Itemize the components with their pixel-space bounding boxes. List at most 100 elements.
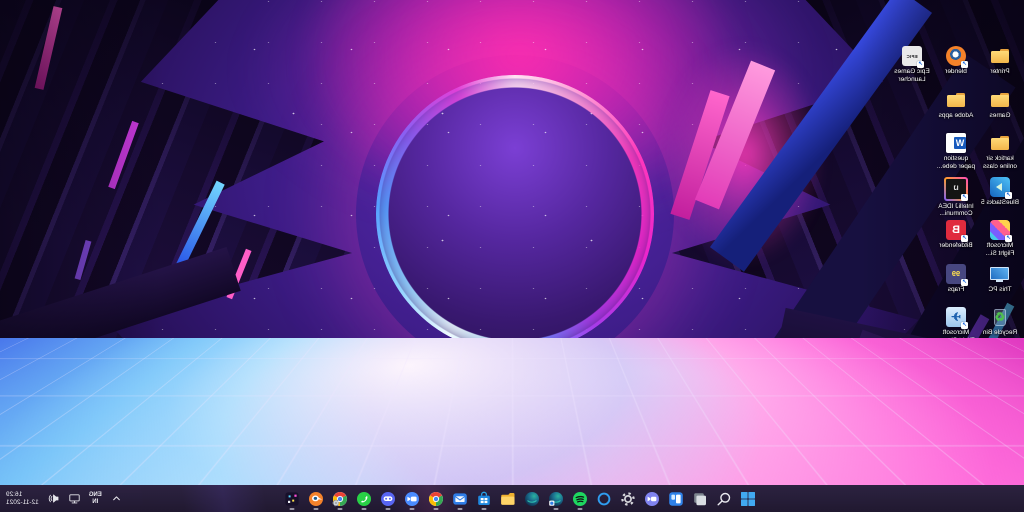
desktop-icon-msi-afterburner[interactable]: ↗MSIAfterburner [978, 438, 1022, 482]
desktop-icon-column-1: Printer Games kartick sironline class ↗ Blue… [978, 46, 1022, 481]
desktop-icon-question-paper-debate[interactable]: Wquestionpaper debe... [934, 133, 978, 177]
shortcut-arrow-badge: ↗ [1005, 366, 1012, 373]
taskbar-app-globe-2-button[interactable] [544, 486, 568, 511]
desktop-icon-label: Bitdefender [939, 242, 972, 250]
taskbar-whatsapp-button[interactable] [352, 486, 376, 511]
desktop-icon-label: BlueStacks 5 [981, 199, 1019, 207]
desktop-icon-microsoft-flight-simulator[interactable]: ✈↗MicrosoftFlight Simu... [934, 307, 978, 351]
desktop-icon-adobe-apps[interactable]: Adobe apps [934, 90, 978, 134]
taskbar-cortana-button[interactable] [592, 486, 616, 511]
desktop-icon-geforce-experience[interactable]: ↗GeForceExperience [978, 394, 1022, 438]
folder-icon [990, 90, 1010, 110]
desktop-icon-label: Games [990, 112, 1011, 120]
taskbar-store-button[interactable] [472, 486, 496, 511]
taskbar-zoom-button[interactable] [400, 486, 424, 511]
bluestacks-icon: ↗ [990, 177, 1010, 197]
shortcut-arrow-badge: ↗ [961, 279, 968, 286]
desktop-icon-games[interactable]: Games [978, 90, 1022, 134]
clock-date: 12-11-2021 [6, 499, 39, 507]
hidden-icons-chevron-icon[interactable] [110, 492, 123, 505]
desktop-icon-label: GeForceExperience [984, 416, 1017, 431]
desktop-icon-label: This PC [988, 286, 1011, 294]
desktop-icon-this-pc[interactable]: This PC [978, 264, 1022, 308]
desktop-screen: PrinterGameskartick sironline class↗Blue… [0, 0, 1024, 512]
desktop-icon-label: Recycle Bin [983, 329, 1017, 337]
desktop-icon-bitdefender[interactable]: B↗Bitdefender [934, 220, 978, 264]
desktop-icon-microsoft-flight-si[interactable]: ↗MicrosoftFlight Si... [978, 220, 1022, 264]
bluej-icon: ↗ [946, 438, 966, 458]
desktop-icon-column-2: ↗blenderAdobe appsWquestionpaper debe...… [934, 46, 978, 481]
desktop-icon-label: Printer [990, 68, 1009, 76]
desktop-icon-blender[interactable]: ↗blender [934, 46, 978, 90]
desktop-icon-label: MSIAfterburner [984, 460, 1017, 475]
taskbar-start-button[interactable] [736, 486, 760, 511]
task-view-icon [692, 491, 708, 507]
steam-icon: ↗ [946, 394, 966, 414]
running-indicator [386, 508, 391, 510]
desktop-icon-column-3: EPIC↗Epic GamesLauncher [890, 46, 934, 481]
taskbar-spotify-button[interactable] [568, 486, 592, 511]
desktop-icon-recycle-bin[interactable]: ♻Recycle Bin [978, 307, 1022, 351]
desktop-icon-label: kartick sironline class [983, 155, 1017, 170]
thispc-icon [990, 264, 1010, 284]
settings-icon [620, 491, 636, 507]
volume-icon[interactable] [47, 492, 60, 505]
blender-icon [308, 491, 324, 507]
network-icon[interactable] [68, 492, 81, 505]
mail-icon [452, 491, 468, 507]
desktop-icon-label: Fraps [948, 286, 965, 294]
shortcut-arrow-badge: ↗ [917, 61, 924, 68]
shortcut-arrow-badge: ↗ [961, 61, 968, 68]
spotify-icon [572, 491, 588, 507]
shortcut-arrow-badge: ↗ [961, 194, 968, 201]
shortcut-arrow-badge: ↗ [1005, 235, 1012, 242]
desktop-icon-label: NVIDIAGeFor... [988, 373, 1011, 388]
folder-icon [946, 90, 966, 110]
desktop-icon-label: Adobe apps [939, 112, 974, 120]
taskbar-chrome-utility-button[interactable] [328, 486, 352, 511]
running-indicator [434, 508, 439, 510]
taskbar-blender-button[interactable] [304, 486, 328, 511]
desktop-icon-steam[interactable]: ↗Steam [934, 394, 978, 438]
taskbar-search-button[interactable] [712, 486, 736, 511]
epic-icon: EPIC↗ [902, 46, 922, 66]
desktop-icon-printer[interactable]: Printer [978, 46, 1022, 90]
taskbar-clock[interactable]: 16:29 12-11-2021 [6, 491, 39, 507]
running-indicator [290, 508, 295, 510]
taskbar-widgets-button[interactable] [664, 486, 688, 511]
nvidia-icon: ↗ [990, 351, 1010, 371]
desktop-icon-intellij-idea-community[interactable]: IJ↗IntelliJ IDEACommuni... [934, 177, 978, 221]
desktop-icon-fraps[interactable]: 99↗ Fraps [934, 264, 978, 308]
taskbar-chrome-button[interactable] [424, 486, 448, 511]
folder-icon [990, 46, 1010, 66]
desktop-icon-kartick-sir-online-class[interactable]: kartick sironline class [978, 133, 1022, 177]
fraps-icon: 99↗ [946, 264, 966, 284]
whatsapp-icon [356, 491, 372, 507]
desktop-icon-protonvpn[interactable]: ↗ProtonVPN [934, 351, 978, 395]
desktop-icon-bluestacks-5[interactable]: ↗ BlueStacks 5 [978, 177, 1022, 221]
desktop-icon-nvidia-geforce[interactable]: ↗NVIDIAGeFor... [978, 351, 1022, 395]
desktop-icon-grid: PrinterGameskartick sironline class↗Blue… [890, 46, 1022, 481]
shortcut-arrow-badge: ↗ [961, 409, 968, 416]
running-indicator [482, 508, 487, 510]
desktop-icon-epic-games-launcher[interactable]: EPIC↗Epic GamesLauncher [890, 46, 934, 90]
taskbar-chat-button[interactable] [640, 486, 664, 511]
taskbar-app-globe-1-button[interactable] [520, 486, 544, 511]
taskbar-task-view-button[interactable] [688, 486, 712, 511]
language-indicator[interactable]: ENG IN [89, 492, 102, 506]
word-icon: W [946, 133, 966, 153]
taskbar-discord-button[interactable] [376, 486, 400, 511]
shortcut-arrow-badge: ↗ [961, 322, 968, 329]
desktop-icon-label: blender [945, 68, 967, 76]
capture-app-icon [284, 491, 300, 507]
desktop-icon-label: ProtonVPN [940, 373, 973, 381]
taskbar-capture-app-button[interactable] [280, 486, 304, 511]
desktop-icon-bluej[interactable]: ↗BlueJ [934, 438, 978, 482]
zoom-icon [404, 491, 420, 507]
blender-icon: ↗ [946, 46, 966, 66]
taskbar-file-explorer-button[interactable] [496, 486, 520, 511]
taskbar-settings-button[interactable] [616, 486, 640, 511]
taskbar-mail-button[interactable] [448, 486, 472, 511]
intellij-icon: IJ↗ [944, 177, 968, 201]
plane-icon: ✈↗ [946, 307, 966, 327]
